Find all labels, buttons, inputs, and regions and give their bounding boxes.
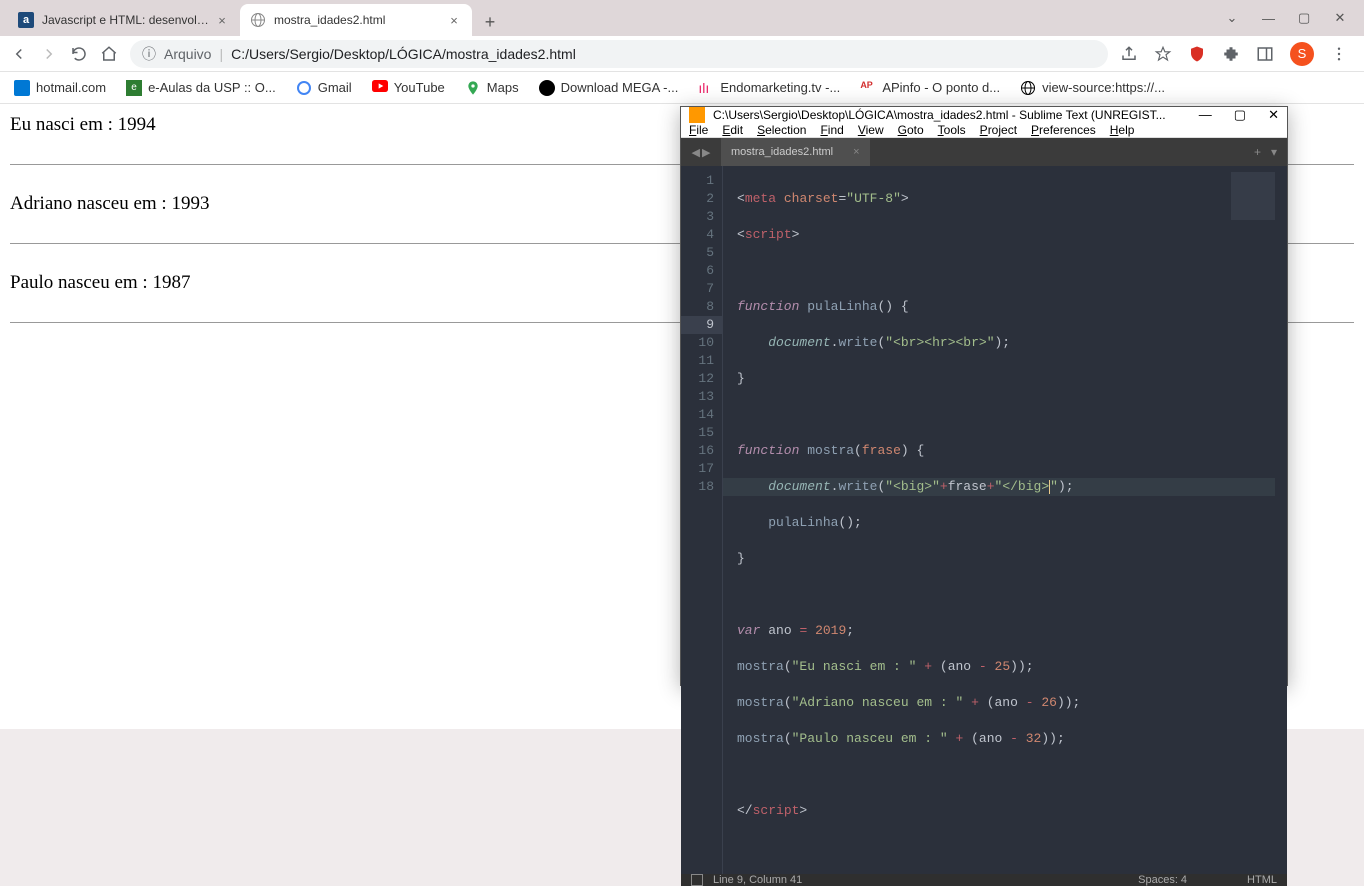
bookmark-item[interactable]: Gmail bbox=[296, 80, 352, 96]
minimize-icon[interactable]: — bbox=[1262, 11, 1274, 26]
tab-prev-icon[interactable]: ◀ bbox=[692, 146, 700, 159]
home-icon[interactable] bbox=[100, 45, 118, 63]
browser-tab-strip: a Javascript e HTML: desenvolva u × most… bbox=[0, 0, 1364, 36]
indent-setting[interactable]: Spaces: 4 bbox=[1138, 874, 1187, 886]
cursor-position[interactable]: Line 9, Column 41 bbox=[713, 874, 802, 886]
menu-help[interactable]: Help bbox=[1110, 123, 1135, 137]
forward-icon[interactable] bbox=[40, 45, 58, 63]
browser-tab-active[interactable]: mostra_idades2.html × bbox=[240, 4, 472, 36]
address-input[interactable]: ⓘ Arquivo | C:/Users/Sergio/Desktop/LÓGI… bbox=[130, 40, 1108, 68]
panel-icon[interactable] bbox=[1256, 45, 1274, 63]
sublime-titlebar[interactable]: C:\Users\Sergio\Desktop\LÓGICA\mostra_id… bbox=[681, 107, 1287, 123]
share-icon[interactable] bbox=[1120, 45, 1138, 63]
maximize-icon[interactable]: ▢ bbox=[1234, 107, 1246, 123]
address-bar: ⓘ Arquivo | C:/Users/Sergio/Desktop/LÓGI… bbox=[0, 36, 1364, 72]
panel-toggle-icon[interactable] bbox=[691, 874, 703, 886]
tab-close-icon[interactable]: × bbox=[446, 12, 462, 28]
sublime-status-bar: Line 9, Column 41 Spaces: 4 HTML bbox=[681, 874, 1287, 886]
extensions-icon[interactable] bbox=[1222, 45, 1240, 63]
tab-close-icon[interactable]: × bbox=[214, 12, 230, 28]
sublime-tab-label: mostra_idades2.html bbox=[731, 146, 833, 158]
kebab-menu-icon[interactable] bbox=[1330, 45, 1348, 63]
apinfo-icon: AP bbox=[860, 80, 876, 96]
back-icon[interactable] bbox=[10, 45, 28, 63]
new-tab-button[interactable]: + bbox=[476, 8, 504, 36]
bookmark-item[interactable]: view-source:https://... bbox=[1020, 80, 1165, 96]
sublime-app-icon bbox=[689, 107, 705, 123]
menu-project[interactable]: Project bbox=[980, 123, 1017, 137]
syntax-setting[interactable]: HTML bbox=[1247, 874, 1277, 886]
tab-label: Javascript e HTML: desenvolva u bbox=[42, 13, 214, 27]
close-icon[interactable]: ✕ bbox=[1268, 107, 1279, 123]
address-scheme: Arquivo bbox=[164, 46, 211, 62]
line-gutter: 123456789101112131415161718 bbox=[681, 166, 723, 874]
sublime-file-tab[interactable]: mostra_idades2.html × bbox=[721, 138, 870, 166]
menu-tools[interactable]: Tools bbox=[938, 123, 966, 137]
tab-close-icon[interactable]: × bbox=[853, 146, 859, 158]
tab-menu-icon[interactable]: ▾ bbox=[1271, 145, 1277, 159]
minimap[interactable] bbox=[1231, 172, 1281, 252]
bookmark-item[interactable]: Download MEGA -... bbox=[539, 80, 679, 96]
star-icon[interactable] bbox=[1154, 45, 1172, 63]
close-icon[interactable]: ✕ bbox=[1334, 10, 1346, 26]
menu-view[interactable]: View bbox=[858, 123, 884, 137]
tab-add-icon[interactable]: + bbox=[1254, 145, 1261, 159]
chevron-down-icon[interactable]: ⌄ bbox=[1226, 10, 1238, 26]
code-editor[interactable]: 123456789101112131415161718 <meta charse… bbox=[681, 166, 1287, 874]
tab-favicon bbox=[250, 12, 266, 28]
bookmark-item[interactable]: Maps bbox=[465, 80, 519, 96]
menu-find[interactable]: Find bbox=[820, 123, 843, 137]
globe-icon bbox=[1020, 80, 1036, 96]
bookmark-bar: hotmail.com ee-Aulas da USP :: O... Gmai… bbox=[0, 72, 1364, 104]
google-icon bbox=[296, 80, 312, 96]
maps-icon bbox=[465, 80, 481, 96]
bookmark-item[interactable]: hotmail.com bbox=[14, 80, 106, 96]
bookmark-item[interactable]: ee-Aulas da USP :: O... bbox=[126, 80, 276, 96]
info-icon[interactable]: ⓘ bbox=[142, 44, 156, 64]
ublock-icon[interactable] bbox=[1188, 45, 1206, 63]
address-path: C:/Users/Sergio/Desktop/LÓGICA/mostra_id… bbox=[231, 46, 576, 62]
maximize-icon[interactable]: ▢ bbox=[1298, 10, 1310, 26]
menu-selection[interactable]: Selection bbox=[757, 123, 806, 137]
tab-label: mostra_idades2.html bbox=[274, 13, 446, 27]
outlook-icon bbox=[14, 80, 30, 96]
bookmark-item[interactable]: YouTube bbox=[372, 80, 445, 96]
tab-next-icon[interactable]: ▶ bbox=[702, 146, 710, 159]
editor-scrollbar[interactable] bbox=[1275, 166, 1287, 874]
tab-favicon: a bbox=[18, 12, 34, 28]
code-area[interactable]: <meta charset="UTF-8"> <script> function… bbox=[723, 166, 1287, 874]
menu-preferences[interactable]: Preferences bbox=[1031, 123, 1096, 137]
sublime-tab-bar: ◀▶ mostra_idades2.html × + ▾ bbox=[681, 138, 1287, 166]
reload-icon[interactable] bbox=[70, 45, 88, 63]
menu-file[interactable]: File bbox=[689, 123, 708, 137]
eusp-icon: e bbox=[126, 80, 142, 96]
sublime-title: C:\Users\Sergio\Desktop\LÓGICA\mostra_id… bbox=[713, 108, 1199, 122]
menu-edit[interactable]: Edit bbox=[722, 123, 743, 137]
sublime-menubar: File Edit Selection Find View Goto Tools… bbox=[681, 123, 1287, 138]
youtube-icon bbox=[372, 80, 388, 96]
minimize-icon[interactable]: — bbox=[1199, 107, 1212, 123]
sublime-window: C:\Users\Sergio\Desktop\LÓGICA\mostra_id… bbox=[680, 106, 1288, 686]
browser-tab[interactable]: a Javascript e HTML: desenvolva u × bbox=[8, 4, 240, 36]
bookmark-item[interactable]: ılıEndomarketing.tv -... bbox=[698, 80, 840, 96]
profile-avatar[interactable]: S bbox=[1290, 42, 1314, 66]
mega-icon bbox=[539, 80, 555, 96]
endo-icon: ılı bbox=[698, 80, 714, 96]
menu-goto[interactable]: Goto bbox=[898, 123, 924, 137]
window-controls: ⌄ — ▢ ✕ bbox=[1226, 0, 1364, 36]
bookmark-item[interactable]: APAPinfo - O ponto d... bbox=[860, 80, 1000, 96]
